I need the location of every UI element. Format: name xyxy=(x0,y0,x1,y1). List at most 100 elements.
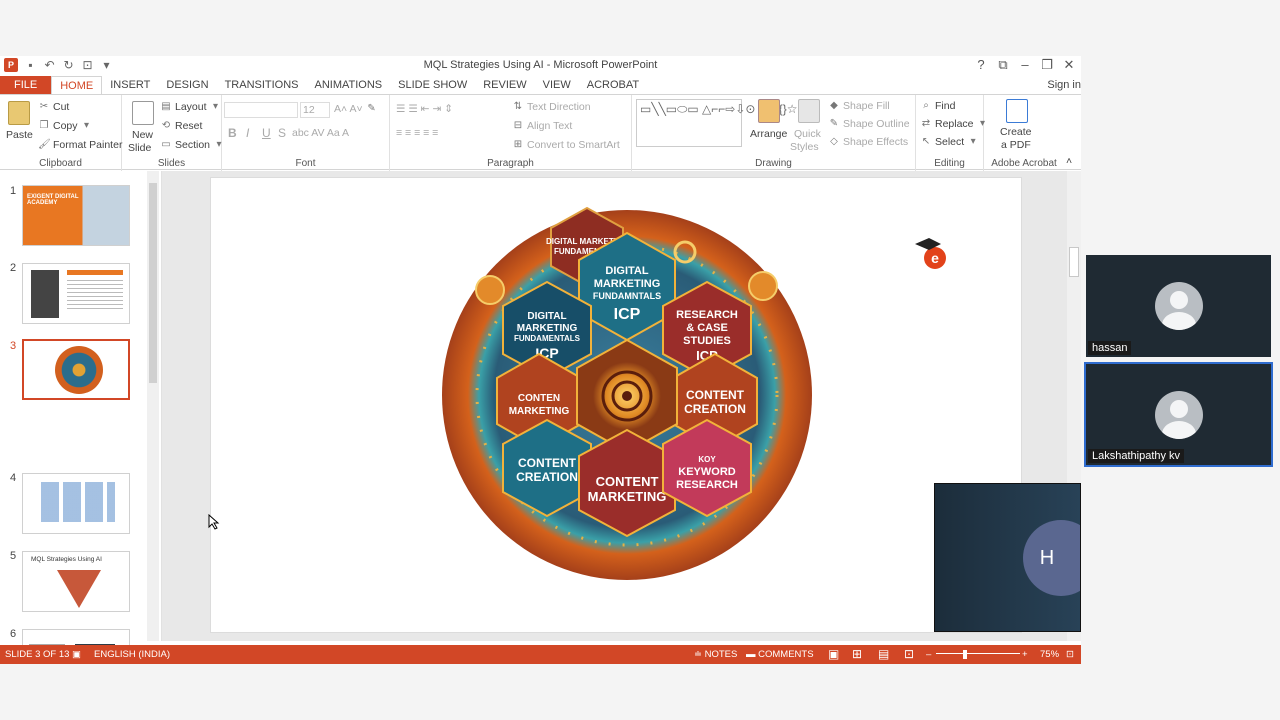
collapse-ribbon-icon[interactable]: ˄ xyxy=(1066,155,1072,167)
svg-text:CONTEN: CONTEN xyxy=(518,393,560,404)
zoom-slider[interactable] xyxy=(936,653,1020,654)
list-buttons[interactable]: ☰ ☰ ⇤ ⇥ ⇕ xyxy=(396,103,453,115)
create-pdf-button[interactable]: Create xyxy=(1000,126,1032,138)
text-direction-button[interactable]: ⇅ Text Direction xyxy=(512,101,591,113)
slide-editing-area: DIGITAL MARKETING FUNDAMENTALS DIGITAL M… xyxy=(162,171,1067,641)
thumbnails-scrollbar[interactable] xyxy=(147,171,159,641)
reset-button[interactable]: ⟲ Reset xyxy=(160,120,203,132)
fit-slide-icon[interactable]: ⊡ xyxy=(1066,649,1074,660)
acrobat-group-label: Adobe Acrobat xyxy=(991,158,1057,169)
tab-slide-show[interactable]: SLIDE SHOW xyxy=(390,76,475,94)
align-buttons[interactable]: ≡ ≡ ≡ ≡ ≡ xyxy=(396,127,438,139)
normal-view-icon[interactable]: ▣ xyxy=(828,647,839,661)
tab-review[interactable]: REVIEW xyxy=(475,76,534,94)
notes-button[interactable]: ≐ NOTES xyxy=(694,649,737,660)
slide-thumbnail-2[interactable] xyxy=(22,263,130,324)
align-text-button[interactable]: ⊟ Align Text xyxy=(512,120,573,132)
ribbon: Paste ✂ Cut ❐ Copy ▾ 🖌 Format Painter Clipbo… xyxy=(0,94,1081,171)
clipboard-group: Paste ✂ Cut ❐ Copy ▾ 🖌 Format Painter Clipbo… xyxy=(0,95,122,171)
slide-thumbnail-5[interactable]: MQL Strategies Using AI xyxy=(22,551,130,612)
svg-text:DIGITAL: DIGITAL xyxy=(527,311,566,322)
svg-text:ICP: ICP xyxy=(614,306,641,323)
comments-button[interactable]: ▬ COMMENTS xyxy=(746,649,814,660)
tab-design[interactable]: DESIGN xyxy=(158,76,216,94)
zoom-slider-thumb[interactable] xyxy=(963,650,967,659)
self-view-tile[interactable]: H xyxy=(934,483,1081,632)
ribbon-tabs: FILE HOME INSERT DESIGN TRANSITIONS ANIM… xyxy=(0,76,1081,94)
paste-button[interactable]: Paste xyxy=(6,129,33,141)
thumbnails-scroll-thumb[interactable] xyxy=(149,183,157,383)
close-button[interactable]: ✕ xyxy=(1063,57,1075,73)
svg-text:CONTENT: CONTENT xyxy=(596,474,659,489)
exigent-logo: e xyxy=(915,238,946,269)
slide-thumbnail-4[interactable] xyxy=(22,473,130,534)
tab-acrobat[interactable]: ACROBAT xyxy=(579,76,647,94)
ribbon-display-options-icon[interactable]: ⧉ xyxy=(997,57,1009,73)
font-name-box[interactable] xyxy=(224,102,298,118)
tab-home[interactable]: HOME xyxy=(51,76,103,94)
tab-view[interactable]: VIEW xyxy=(535,76,579,94)
quick-styles-label-2[interactable]: Styles xyxy=(790,141,819,153)
paragraph-group: ☰ ☰ ⇤ ⇥ ⇕ ≡ ≡ ≡ ≡ ≡ ⇅ Text Direction ⊟ Ali… xyxy=(390,95,632,171)
convert-smartart-button[interactable]: ⊞ Convert to SmartArt xyxy=(512,139,620,151)
tab-insert[interactable]: INSERT xyxy=(102,76,158,94)
arrange-button[interactable]: Arrange xyxy=(750,128,787,140)
chevron-down-icon: ▾ xyxy=(213,101,219,112)
svg-text:FUNDAMENTALS: FUNDAMENTALS xyxy=(514,334,581,343)
sign-in-link[interactable]: Sign in xyxy=(1047,76,1081,94)
clear-formatting-icon: ✎ xyxy=(367,103,376,114)
window-controls: ? ⧉ – ❐ ✕ xyxy=(975,57,1075,73)
italic-button[interactable]: I xyxy=(246,126,249,140)
shape-fill-button[interactable]: ◆ Shape Fill xyxy=(828,100,890,112)
svg-text:CREATION: CREATION xyxy=(516,470,578,484)
underline-button[interactable]: U xyxy=(262,126,271,140)
font-size-buttons[interactable]: A˄ A˅ ✎ xyxy=(334,103,378,115)
current-slide[interactable]: DIGITAL MARKETING FUNDAMENTALS DIGITAL M… xyxy=(210,177,1022,633)
slide-thumbnails-pane: 1 EXIGENT DIGITAL ACADEMY 2 3 4 5 MQL St… xyxy=(0,171,162,664)
spellcheck-icon[interactable]: ▣ xyxy=(72,649,81,660)
language-indicator[interactable]: ENGLISH (INDIA) xyxy=(94,649,170,660)
find-button[interactable]: ⌕ Find xyxy=(920,100,955,112)
text-direction-label: Text Direction xyxy=(527,101,591,113)
shadow-button[interactable]: S xyxy=(278,126,286,140)
slide-thumbnail-1[interactable]: EXIGENT DIGITAL ACADEMY xyxy=(22,185,130,246)
replace-button[interactable]: ⇄ Replace ▾ xyxy=(920,118,989,130)
new-slide-button[interactable]: New xyxy=(132,129,153,141)
slide-thumbnail-3[interactable] xyxy=(22,339,130,400)
zoom-in-button[interactable]: + xyxy=(1022,649,1028,660)
tab-file[interactable]: FILE xyxy=(0,76,52,94)
select-button[interactable]: ↖ Select ▾ xyxy=(920,136,979,148)
zoom-out-button[interactable]: – xyxy=(926,649,931,660)
cut-button[interactable]: ✂ Cut xyxy=(38,101,70,113)
new-slide-label-2[interactable]: Slide xyxy=(128,142,151,154)
zoom-level[interactable]: 75% xyxy=(1040,649,1059,660)
format-painter-button[interactable]: 🖌 Format Painter xyxy=(38,139,122,151)
thumb-1-title: EXIGENT DIGITAL ACADEMY xyxy=(27,194,79,206)
bold-button[interactable]: B xyxy=(228,126,237,140)
shapes-gallery[interactable]: ▭╲╲▭⬭▭ △⌐⌐⇨⇩⊙ ∫╲⌒{}☆ xyxy=(636,99,798,147)
paragraph-group-label: Paragraph xyxy=(487,158,534,169)
font-size-box[interactable]: 12 xyxy=(300,102,330,118)
shape-effects-button[interactable]: ◇ Shape Effects xyxy=(828,136,908,148)
font-more-buttons[interactable]: abc AV Aa A xyxy=(292,127,349,139)
slideshow-view-icon[interactable]: ⊡ xyxy=(904,647,914,661)
reset-icon: ⟲ xyxy=(161,120,171,131)
shape-outline-button[interactable]: ✎ Shape Outline xyxy=(828,118,910,130)
tab-transitions[interactable]: TRANSITIONS xyxy=(217,76,307,94)
reading-view-icon[interactable]: ▤ xyxy=(878,647,889,661)
tab-animations[interactable]: ANIMATIONS xyxy=(307,76,391,94)
section-button[interactable]: ▭ Section ▾ xyxy=(160,139,225,151)
help-icon[interactable]: ? xyxy=(975,57,987,73)
section-icon: ▭ xyxy=(161,139,171,150)
create-pdf-label-2[interactable]: a PDF xyxy=(1001,139,1031,151)
quick-styles-button[interactable]: Quick xyxy=(794,128,821,140)
copy-icon: ❐ xyxy=(39,120,49,131)
participant-tile-lakshathipathy[interactable]: Lakshathipathy kv xyxy=(1084,362,1273,467)
slide-sorter-icon[interactable]: ⊞ xyxy=(852,647,862,661)
restore-button[interactable]: ❐ xyxy=(1041,57,1053,73)
participant-tile-hassan[interactable]: hassan xyxy=(1086,255,1271,357)
slide-scroll-thumb[interactable] xyxy=(1069,247,1079,277)
layout-button[interactable]: ▤ Layout ▾ xyxy=(160,101,222,113)
copy-button[interactable]: ❐ Copy ▾ xyxy=(38,120,93,132)
minimize-button[interactable]: – xyxy=(1019,57,1031,73)
